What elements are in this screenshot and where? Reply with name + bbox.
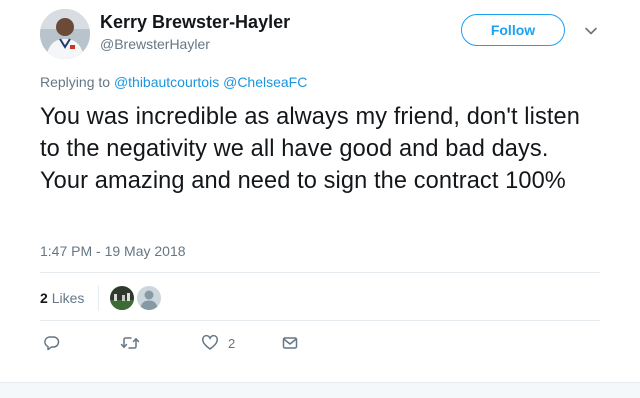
- tweet-text: You was incredible as always my friend, …: [40, 104, 580, 194]
- like-button[interactable]: 2: [201, 332, 235, 354]
- reply-icon: [43, 334, 61, 352]
- divider: [98, 285, 100, 311]
- mention-link[interactable]: @ChelseaFC: [223, 74, 307, 90]
- liker-avatar[interactable]: [110, 286, 135, 310]
- replying-to-label: Replying to: [40, 74, 111, 90]
- like-count: 2: [228, 335, 236, 351]
- author-name[interactable]: Kerry Brewster-Hayler: [100, 12, 290, 33]
- direct-message-button[interactable]: [281, 332, 299, 354]
- likes-count: 2: [40, 290, 48, 306]
- retweet-icon: [120, 334, 140, 352]
- reply-button[interactable]: [43, 332, 61, 354]
- author-handle[interactable]: @BrewsterHayler: [100, 36, 210, 52]
- retweet-button[interactable]: [120, 332, 140, 354]
- likes-row: 2 Likes: [40, 285, 164, 311]
- heart-icon: [201, 334, 219, 352]
- likes-label: Likes: [51, 290, 85, 306]
- follow-button[interactable]: Follow: [461, 14, 565, 46]
- liker-avatar[interactable]: [137, 286, 162, 310]
- divider: [40, 320, 600, 321]
- mention-link[interactable]: @thibautcourtois: [114, 74, 219, 90]
- direct-message-icon: [281, 334, 299, 352]
- divider: [40, 272, 600, 273]
- page-footer-bar: [0, 382, 640, 398]
- tweet: Kerry Brewster-Hayler @BrewsterHayler Fo…: [0, 0, 640, 382]
- tweet-timestamp[interactable]: 1:47 PM - 19 May 2018: [40, 243, 186, 259]
- likes-stat[interactable]: 2 Likes: [40, 290, 84, 306]
- replying-to: Replying to @thibautcourtois @ChelseaFC: [40, 74, 307, 90]
- author-avatar[interactable]: [40, 9, 90, 59]
- caret-down-icon[interactable]: [582, 22, 600, 40]
